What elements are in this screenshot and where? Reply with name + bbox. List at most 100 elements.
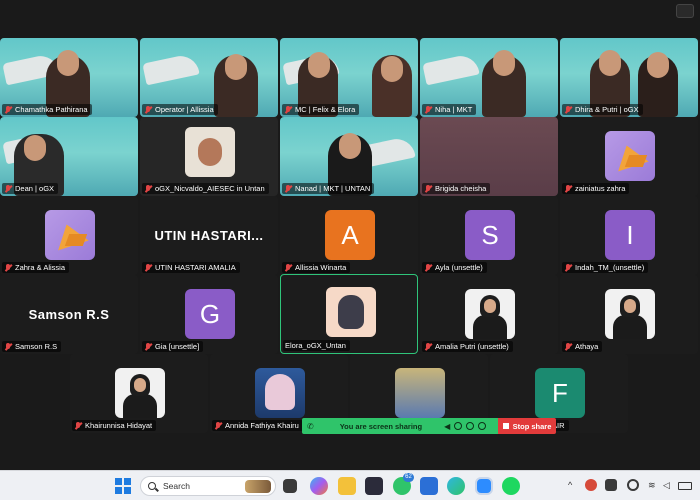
participant-tile[interactable]: Khairunnisa Hidayat [70, 354, 208, 433]
profile-photo [115, 368, 165, 418]
participant-tile[interactable]: Zahra & Alissia [0, 196, 138, 275]
chevron-up-icon[interactable]: ^ [568, 480, 572, 490]
video-tile[interactable]: Operator | Allissia [140, 38, 278, 117]
initial-avatar: I [605, 210, 655, 260]
zoom-icon[interactable] [475, 477, 493, 495]
participant-tile[interactable]: UTIN HASTARI... UTIN HASTARI AMALIA [140, 196, 278, 275]
video-tile[interactable]: Dean | oGX [0, 117, 138, 196]
participant-tile[interactable]: G Gia [unsettle] [140, 275, 278, 354]
participant-display-name: UTIN HASTARI... [154, 228, 264, 243]
participant-tile[interactable]: S Ayla (unsettle) [420, 196, 558, 275]
participant-name: Dhira & Putri | oGX [575, 105, 639, 114]
video-tile[interactable]: oGX_Nicvaldo_AIESEC in Untan [140, 117, 278, 196]
mic-off-icon [424, 184, 432, 193]
shield-icon[interactable] [478, 422, 487, 430]
mic-off-icon [4, 184, 12, 193]
mic-off-icon [424, 263, 432, 272]
screen-share-bar: ✆ You are screen sharing ◀ Stop share [302, 418, 556, 434]
participant-name: Amalia Putri (unsettle) [435, 342, 509, 351]
screen-share-indicator: ✆ You are screen sharing ◀ [302, 418, 498, 434]
participant-name-tag: Dean | oGX [2, 183, 59, 194]
participant-name-tag: Operator | Allissia [142, 104, 218, 115]
file-explorer-icon[interactable] [338, 477, 356, 495]
participant-name: Ayla (unsettle) [435, 263, 483, 272]
participant-name: Chamathka Pathirana [15, 105, 88, 114]
taskbar-search[interactable]: Search [140, 476, 276, 496]
copilot-icon[interactable] [310, 477, 328, 495]
participant-name-tag: Athaya [562, 341, 603, 352]
initial-avatar: S [465, 210, 515, 260]
origami-bird-avatar [605, 131, 655, 181]
origami-bird-avatar [45, 210, 95, 260]
participant-name-tag: Zahra & Alissia [2, 262, 70, 273]
participant-name: Elora_oGX_Untan [285, 341, 346, 350]
participant-name: Nanad | MKT | UNTAN [295, 184, 371, 193]
airplane-graphic [422, 52, 480, 86]
tray-app-icon[interactable] [585, 479, 597, 491]
notification-badge: 62 [403, 473, 414, 482]
video-tile[interactable]: Niha | MKT [420, 38, 558, 117]
initial-avatar: G [185, 289, 235, 339]
participant-name: Khairunnisa Hidayat [85, 421, 153, 430]
participant-name: Zahra & Alissia [15, 263, 66, 272]
store-icon[interactable] [365, 477, 383, 495]
participant-tile[interactable]: Samson R.S Samson R.S [0, 275, 138, 354]
participant-name-tag: Khairunnisa Hidayat [72, 420, 157, 431]
participant-face [339, 133, 361, 159]
participant-name: Niha | MKT [435, 105, 473, 114]
video-tile[interactable]: MC | Felix & Elora [280, 38, 418, 117]
video-tile[interactable]: Brigida cheisha [420, 117, 558, 196]
participant-name-tag: Ayla (unsettle) [422, 262, 487, 273]
participant-tile[interactable]: A Allissia Winarta [280, 196, 418, 275]
spotify-icon[interactable] [502, 477, 520, 495]
top-bar [0, 0, 700, 36]
mic-off-icon [4, 342, 12, 351]
mic-off-icon [564, 184, 572, 193]
mic-icon[interactable] [454, 422, 463, 430]
mic-off-icon [564, 263, 572, 272]
participant-name: Dean | oGX [15, 184, 55, 193]
tray-app-icon[interactable] [605, 479, 617, 491]
task-view-icon[interactable] [283, 479, 297, 493]
participant-name: Samson R.S [15, 342, 58, 351]
participant-name-tag: oGX_Nicvaldo_AIESEC in Untan [142, 183, 269, 194]
participant-name-tag: Allissia Winarta [282, 262, 351, 273]
app-icon[interactable] [420, 477, 438, 495]
participant-tile[interactable]: zainiatus zahra [560, 117, 698, 196]
video-tile[interactable]: Chamathka Pathirana [0, 38, 138, 117]
participant-face [24, 135, 46, 161]
participant-name-tag: Niha | MKT [422, 104, 477, 115]
participant-face [599, 50, 621, 76]
stop-share-button[interactable]: Stop share [498, 418, 556, 434]
battery-icon[interactable] [678, 482, 692, 490]
initial-avatar: F [535, 368, 585, 418]
camera-icon[interactable] [466, 422, 475, 430]
windows-start-icon[interactable] [115, 478, 131, 494]
wifi-icon[interactable]: ≋ [648, 480, 656, 491]
edge-icon[interactable] [447, 477, 465, 495]
mic-off-icon [144, 184, 152, 193]
meeting-gallery: Chamathka Pathirana Operator | Allissia … [0, 0, 700, 470]
participant-name-tag: MC | Felix & Elora [282, 104, 360, 115]
participant-face [493, 50, 515, 76]
mic-off-icon [424, 342, 432, 351]
speaker-icon[interactable]: ◀ [444, 422, 450, 431]
video-tile[interactable]: Nanad | MKT | UNTAN [280, 117, 418, 196]
mic-off-icon [284, 105, 292, 114]
video-tile[interactable]: Dhira & Putri | oGX [560, 38, 698, 117]
participant-tile[interactable]: I Indah_TM_(unsettle) [560, 196, 698, 275]
profile-photo [465, 289, 515, 339]
participant-face [308, 52, 330, 78]
view-options-button[interactable] [676, 4, 694, 18]
volume-icon[interactable]: ◁ [663, 480, 670, 491]
participant-name-tag: Gia [unsettle] [142, 341, 204, 352]
participant-tile[interactable]: Amalia Putri (unsettle) [420, 275, 558, 354]
active-speaker-tile[interactable]: Elora_oGX_Untan [280, 274, 418, 354]
airplane-graphic [142, 52, 200, 86]
participant-tile[interactable]: Athaya [560, 275, 698, 354]
participant-name-tag: Elora_oGX_Untan [283, 340, 350, 351]
participant-name: Operator | Allissia [155, 105, 214, 114]
stop-share-label: Stop share [512, 421, 552, 431]
participant-name-tag: Brigida cheisha [422, 183, 491, 194]
tray-app-icon[interactable] [627, 479, 639, 491]
